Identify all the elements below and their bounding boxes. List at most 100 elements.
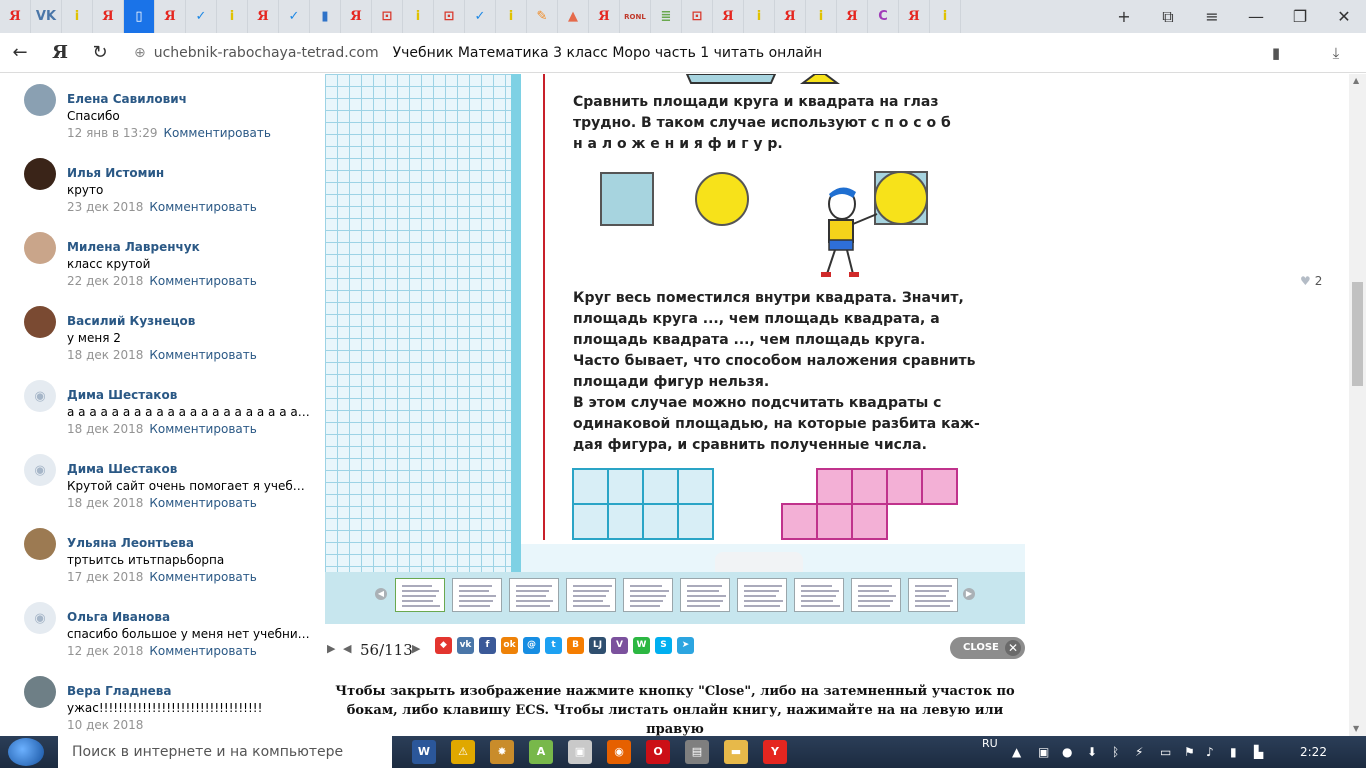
browser-tab[interactable]: Я (775, 0, 806, 33)
browser-tab[interactable]: ✎ (527, 0, 558, 33)
browser-tab[interactable]: ▲ (558, 0, 589, 33)
browser-tab[interactable]: i (403, 0, 434, 33)
likes-counter[interactable]: ♥ 2 (1300, 274, 1322, 288)
tray-icon-flash[interactable]: ⚡ (1135, 736, 1143, 768)
browser-tab[interactable]: ✓ (279, 0, 310, 33)
page-thumbnail[interactable] (908, 578, 958, 612)
odnoklassniki-icon[interactable]: ok (501, 637, 518, 654)
page-thumbnail[interactable] (680, 578, 730, 612)
word-icon[interactable]: W (412, 740, 436, 764)
volume-icon[interactable]: ♪ (1206, 736, 1214, 768)
warning-app-icon[interactable]: ⚠ (451, 740, 475, 764)
page-thumbnail[interactable] (395, 578, 445, 612)
textbook-viewer[interactable]: Сравнить площади круга и квадрата на гла… (325, 74, 1025, 624)
avatar[interactable] (24, 232, 56, 264)
browser-tab[interactable]: ⊡ (372, 0, 403, 33)
comment-author[interactable]: Василий Кузнецов (67, 313, 312, 330)
avatar-placeholder-icon[interactable]: ◉ (24, 602, 56, 634)
site-info-icon[interactable]: ⊕ (134, 45, 146, 61)
avatar-placeholder-icon[interactable]: ◉ (24, 380, 56, 412)
menu-icon[interactable]: ≡ (1190, 7, 1234, 26)
yandex-home-button[interactable]: Я (40, 42, 80, 63)
tray-icon-download[interactable]: ⬇ (1087, 736, 1097, 768)
comment-reply-link[interactable]: Комментировать (149, 644, 256, 658)
page-thumbnail[interactable] (794, 578, 844, 612)
comment-reply-link[interactable]: Комментировать (164, 126, 271, 140)
lock-icon[interactable]: ▣ (568, 740, 592, 764)
browser-tab[interactable]: i (930, 0, 961, 33)
flag-icon[interactable]: ⚑ (1184, 736, 1195, 768)
browser-tab[interactable]: i (62, 0, 93, 33)
play-icon[interactable]: ▶ (327, 642, 335, 655)
browser-tab[interactable]: Я (341, 0, 372, 33)
comment-author[interactable]: Ольга Иванова (67, 609, 312, 626)
comment-reply-link[interactable]: Комментировать (149, 200, 256, 214)
language-indicator[interactable]: RU (982, 728, 998, 760)
tab-manager-icon[interactable]: ⧉ (1146, 7, 1190, 27)
comment-author[interactable]: Илья Истомин (67, 165, 312, 182)
prev-page-icon[interactable]: ◀ (343, 642, 351, 655)
comment-reply-link[interactable]: Комментировать (149, 274, 256, 288)
browser-tab[interactable]: Я (248, 0, 279, 33)
scroll-up-icon[interactable]: ▲ (1353, 76, 1359, 85)
reload-button[interactable]: ↻ (80, 42, 120, 63)
yandex-browser-icon[interactable]: Y (763, 740, 787, 764)
start-button[interactable] (8, 738, 44, 766)
taskbar-search[interactable]: Поиск в интернете и на компьютере (58, 736, 392, 768)
browser-tab[interactable]: ▯ (124, 0, 155, 33)
bluetooth-icon[interactable]: ᛒ (1112, 736, 1119, 768)
comment-author[interactable]: Вера Гладнева (67, 683, 312, 700)
tray-icon-circle[interactable]: ● (1062, 736, 1072, 768)
browser-tab[interactable]: RONL (620, 0, 651, 33)
clock[interactable]: 2:22 (1300, 736, 1327, 768)
android-icon[interactable]: A (529, 740, 553, 764)
mymail-icon[interactable]: @ (523, 637, 540, 654)
download-icon[interactable]: ⤓ (1306, 44, 1366, 62)
maximize-button[interactable]: ❐ (1278, 7, 1322, 26)
browser-tab[interactable]: Я (589, 0, 620, 33)
livejournal-icon[interactable]: LJ (589, 637, 606, 654)
browser-tab[interactable]: Я (0, 0, 31, 33)
whatsapp-icon[interactable]: W (633, 637, 650, 654)
folder-icon[interactable]: ▬ (724, 740, 748, 764)
bookmark-icon[interactable]: ◆ (435, 637, 452, 654)
new-tab-button[interactable]: + (1102, 7, 1146, 26)
browser-tab[interactable]: C (868, 0, 899, 33)
url-field[interactable]: ⊕ uchebnik-rabochaya-tetrad.com Учебник … (134, 45, 1246, 61)
close-window-button[interactable]: ✕ (1322, 7, 1366, 26)
page-thumbnail[interactable] (851, 578, 901, 612)
browser-tab[interactable]: Я (155, 0, 186, 33)
browser-tab[interactable]: Я (93, 0, 124, 33)
thumb-next-icon[interactable]: ▶ (963, 588, 975, 600)
scrollbar-thumb[interactable] (1352, 282, 1363, 386)
tray-icon-tablet[interactable]: ▣ (1038, 736, 1049, 768)
comment-reply-link[interactable]: Комментировать (149, 348, 256, 362)
page-thumbnail[interactable] (452, 578, 502, 612)
monitor-icon[interactable]: ▭ (1160, 736, 1171, 768)
archive-icon[interactable]: ▤ (685, 740, 709, 764)
firefox-icon[interactable]: ◉ (607, 740, 631, 764)
comment-author[interactable]: Дима Шестаков (67, 387, 312, 404)
browser-tab[interactable]: ⊡ (682, 0, 713, 33)
close-button[interactable]: CLOSE ✕ (950, 637, 1025, 659)
page-thumbnail[interactable] (509, 578, 559, 612)
browser-tab[interactable]: i (744, 0, 775, 33)
telegram-icon[interactable]: ➤ (677, 637, 694, 654)
browser-tab[interactable]: Я (713, 0, 744, 33)
bookmark-icon[interactable]: ▮ (1246, 44, 1306, 62)
tray-icon-vlc[interactable]: ▲ (1012, 736, 1021, 768)
browser-tab[interactable]: Я (837, 0, 868, 33)
page-thumbnail[interactable] (566, 578, 616, 612)
browser-tab[interactable]: ✓ (465, 0, 496, 33)
viber-icon[interactable]: V (611, 637, 628, 654)
scroll-down-icon[interactable]: ▼ (1353, 724, 1359, 733)
skype-icon[interactable]: S (655, 637, 672, 654)
page-thumbnail[interactable] (623, 578, 673, 612)
comment-author[interactable]: Дима Шестаков (67, 461, 312, 478)
facebook-icon[interactable]: f (479, 637, 496, 654)
comment-author[interactable]: Елена Савилович (67, 91, 312, 108)
avatar[interactable] (24, 84, 56, 116)
twitter-icon[interactable]: t (545, 637, 562, 654)
network-icon[interactable]: ▙ (1254, 736, 1263, 768)
page-thumbnail[interactable] (737, 578, 787, 612)
